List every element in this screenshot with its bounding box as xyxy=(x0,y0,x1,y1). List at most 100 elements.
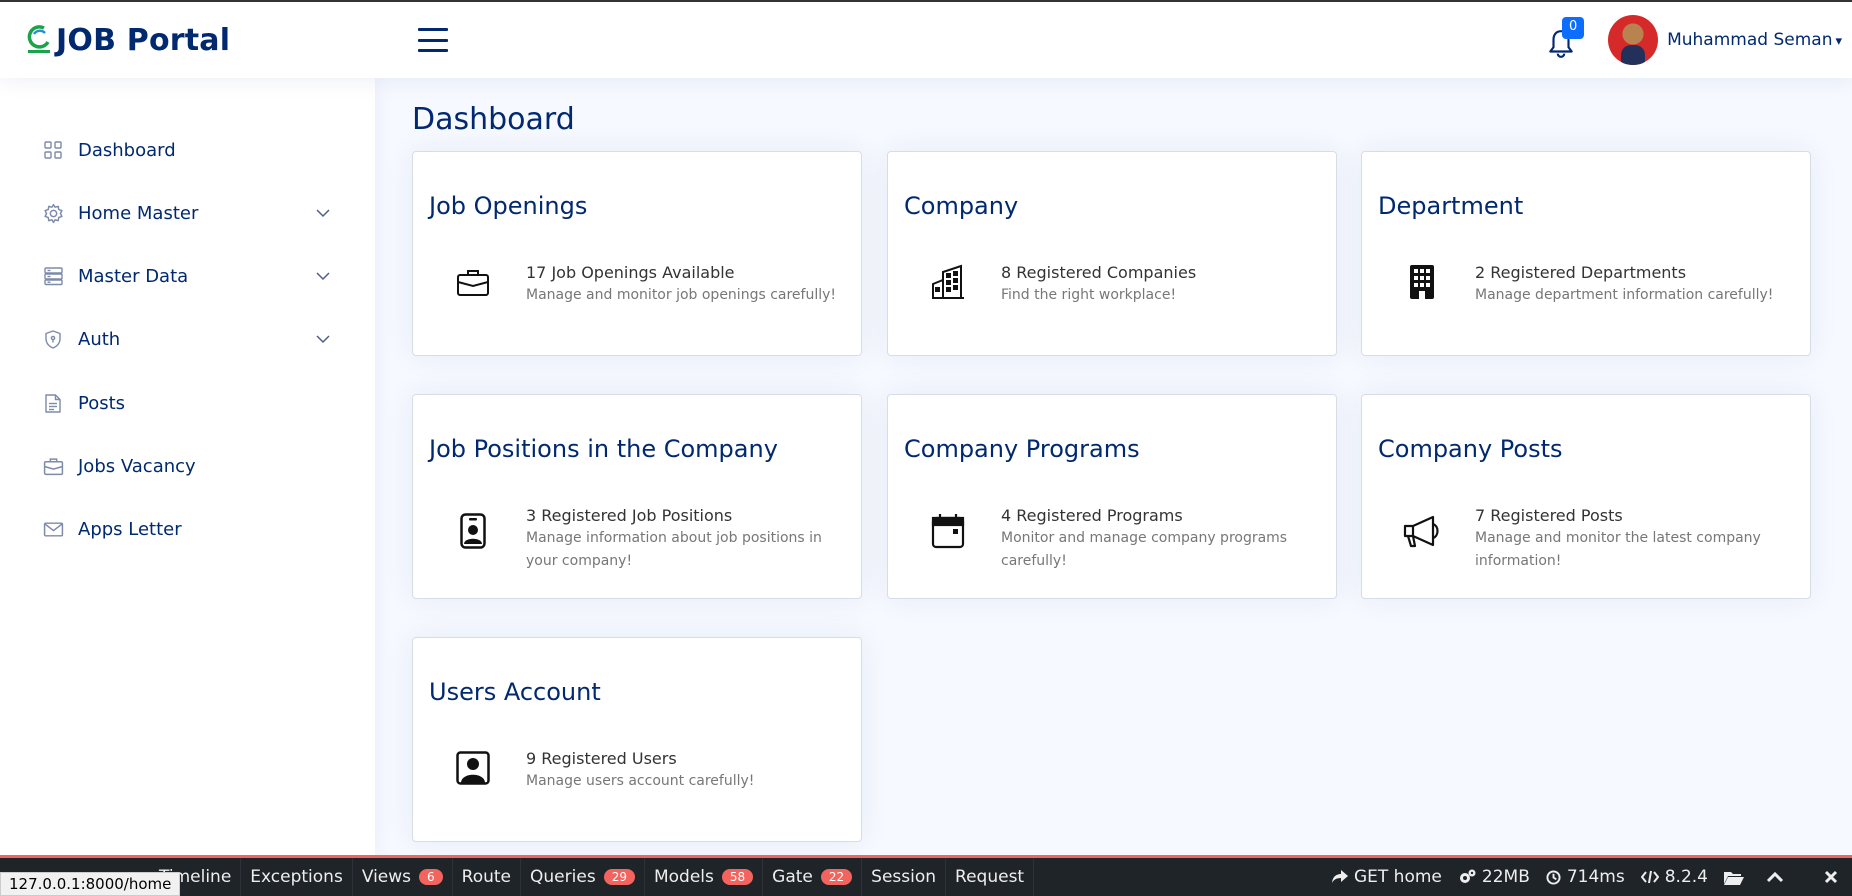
debugbar-memory[interactable]: 22MB xyxy=(1450,867,1538,887)
avatar[interactable] xyxy=(1608,15,1659,65)
sidebar-item-dashboard[interactable]: Dashboard xyxy=(42,130,332,170)
debugbar-tab-label: Gate xyxy=(772,867,813,887)
card-description: Manage and monitor the latest company in… xyxy=(1475,530,1761,569)
debugbar-route[interactable]: GET home xyxy=(1324,867,1450,887)
chevron-down-icon xyxy=(316,335,330,344)
debugbar-tab-label: Exceptions xyxy=(250,867,343,887)
chevron-up-icon xyxy=(1766,871,1784,883)
notifications-button[interactable]: 0 xyxy=(1548,17,1585,58)
code-icon xyxy=(1640,870,1659,884)
card-stat: 2 Registered Departments xyxy=(1475,263,1687,282)
sidebar-item-auth[interactable]: Auth xyxy=(42,319,332,359)
debugbar-close-button[interactable] xyxy=(1816,870,1852,884)
card-description: Find the right workplace! xyxy=(1001,287,1177,303)
card-description: Manage information about job positions i… xyxy=(526,530,822,569)
briefcase-icon xyxy=(453,262,493,302)
debugbar-maximize-button[interactable] xyxy=(1758,871,1798,883)
calendar-icon xyxy=(928,511,968,551)
card-description: Manage users account carefully! xyxy=(526,773,755,789)
sidebar-item-jobs-vacancy[interactable]: Jobs Vacancy xyxy=(42,446,332,486)
card-title: Company Posts xyxy=(1378,435,1563,463)
sidebar-item-label: Jobs Vacancy xyxy=(78,455,196,477)
debugbar-tab-views[interactable]: Views 6 xyxy=(353,858,453,896)
sidebar-item-label: Master Data xyxy=(78,265,189,287)
card-title: Company Programs xyxy=(904,435,1140,463)
card-users-account[interactable]: Users Account 9 Registered Users Manage … xyxy=(412,637,862,842)
cogs-icon xyxy=(1459,869,1476,883)
debugbar-tab-models[interactable]: Models 58 xyxy=(645,858,764,896)
card-stat: 8 Registered Companies xyxy=(1001,263,1197,282)
debugbar-tab-queries[interactable]: Queries 29 xyxy=(521,858,645,896)
debugbar-count-badge: 22 xyxy=(820,869,853,885)
page-title: Dashboard xyxy=(412,102,575,137)
debugbar-tab-label: Route xyxy=(461,867,512,887)
sidebar-item-label: Dashboard xyxy=(78,139,176,161)
card-stat: 4 Registered Programs xyxy=(1001,506,1183,525)
buildings-icon xyxy=(928,262,968,302)
sidebar-item-posts[interactable]: Posts xyxy=(42,383,332,423)
person-badge-icon xyxy=(453,511,493,551)
debugbar-php-version: 8.2.4 xyxy=(1633,867,1716,887)
card-job-positions[interactable]: Job Positions in the Company 3 Registere… xyxy=(412,394,862,599)
card-job-openings[interactable]: Job Openings 17 Job Openings Available M… xyxy=(412,151,862,356)
debugbar-open-button[interactable] xyxy=(1716,870,1758,885)
debugbar-tab-label: Session xyxy=(871,867,937,887)
debugbar-count-badge: 58 xyxy=(721,869,754,885)
card-company-programs[interactable]: Company Programs 4 Registered Programs M… xyxy=(887,394,1337,599)
debugbar-php-label: 8.2.4 xyxy=(1664,867,1708,887)
card-stat: 3 Registered Job Positions xyxy=(526,506,733,525)
debugbar-time-label: 714ms xyxy=(1566,867,1625,887)
debugbar-tab-label: Queries xyxy=(530,867,596,887)
header-right: 0 Muhammad Seman xyxy=(1548,15,1842,65)
briefcase-icon xyxy=(42,455,64,477)
chevron-down-icon xyxy=(316,272,330,281)
card-title: Department xyxy=(1378,192,1524,220)
envelope-icon xyxy=(42,518,64,540)
file-text-icon xyxy=(42,392,64,414)
sidebar-item-label: Posts xyxy=(78,392,126,414)
card-department[interactable]: Department 2 Registered Departments Mana… xyxy=(1361,151,1811,356)
sidebar: Dashboard Home Master Master Data Auth P… xyxy=(0,78,375,858)
debugbar-tab-label: Views xyxy=(361,867,412,887)
user-menu-dropdown[interactable]: Muhammad Seman xyxy=(1667,30,1842,50)
debugbar-route-label: GET home xyxy=(1353,867,1442,887)
card-description: Manage and monitor job openings carefull… xyxy=(526,287,837,303)
sidebar-item-apps-letter[interactable]: Apps Letter xyxy=(42,509,332,549)
chevron-down-icon xyxy=(316,209,330,218)
grid-icon xyxy=(42,139,64,161)
debugbar-tab-route[interactable]: Route xyxy=(453,858,522,896)
debugbar-tab-gate[interactable]: Gate 22 xyxy=(763,858,863,896)
card-title: Users Account xyxy=(429,678,601,706)
debugbar: Timeline Exceptions Views 6 Route Queries… xyxy=(0,855,1852,896)
debugbar-count-badge: 6 xyxy=(419,869,443,885)
card-description: Monitor and manage company programs care… xyxy=(1001,530,1288,569)
sidebar-item-label: Home Master xyxy=(78,202,199,224)
logo[interactable]: JOB Portal xyxy=(26,23,346,58)
debugbar-memory-label: 22MB xyxy=(1481,867,1530,887)
debugbar-tab-label: Models xyxy=(653,867,714,887)
clock-icon xyxy=(1546,869,1561,885)
megaphone-icon xyxy=(1402,511,1442,551)
sidebar-toggle-button[interactable] xyxy=(418,28,448,52)
card-title: Job Positions in the Company xyxy=(429,435,778,463)
card-description: Manage department information carefully! xyxy=(1475,287,1774,303)
card-company-posts[interactable]: Company Posts 7 Registered Posts Manage … xyxy=(1361,394,1811,599)
folder-open-icon xyxy=(1724,871,1744,885)
debugbar-tab-session[interactable]: Session xyxy=(862,858,947,896)
debugbar-tab-label: Request xyxy=(955,867,1025,887)
card-stat: 17 Job Openings Available xyxy=(526,263,735,282)
debugbar-tab-request[interactable]: Request xyxy=(946,858,1035,896)
server-icon xyxy=(42,265,64,287)
gear-icon xyxy=(42,202,64,224)
sidebar-item-home-master[interactable]: Home Master xyxy=(42,193,332,233)
debugbar-time[interactable]: 714ms xyxy=(1538,867,1633,887)
notification-count-badge: 0 xyxy=(1562,17,1585,39)
card-title: Job Openings xyxy=(429,192,588,220)
sidebar-item-label: Apps Letter xyxy=(78,518,182,540)
debugbar-tab-exceptions[interactable]: Exceptions xyxy=(241,858,353,896)
card-title: Company xyxy=(904,192,1019,220)
sidebar-item-master-data[interactable]: Master Data xyxy=(42,256,332,296)
card-stat: 9 Registered Users xyxy=(526,749,677,768)
share-arrow-icon xyxy=(1331,870,1348,883)
card-company[interactable]: Company 8 Registered Companies Find the … xyxy=(887,151,1337,356)
